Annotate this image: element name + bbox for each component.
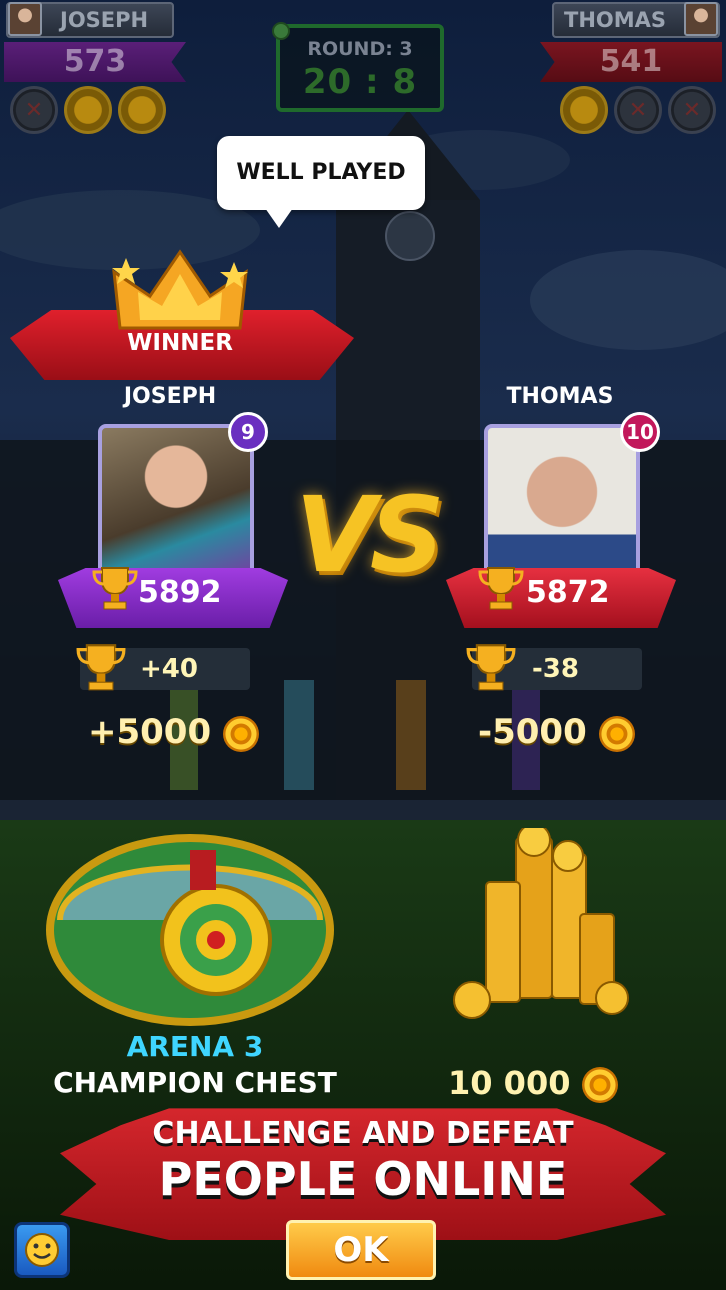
round-scoreboard: ROUND: 3 20 : 8: [272, 22, 444, 112]
coin-stack-icon: [453, 828, 629, 1019]
banner-line-2: PEOPLE ONLINE: [158, 1152, 568, 1206]
hud-right-player: THOMAS 541 ✕ ✕: [521, 0, 726, 140]
coin-icon: [581, 1067, 618, 1103]
round-lost-token: ✕: [10, 86, 58, 134]
left-coin-delta: +5000: [88, 712, 259, 752]
round-score: 20 : 8: [302, 62, 418, 102]
arena-label: ARENA 3: [126, 1030, 264, 1063]
chest-icon: [46, 834, 334, 1026]
hud-left-round-tokens: ✕: [10, 86, 166, 134]
trophy-icon: [76, 644, 126, 691]
round-won-token: [64, 86, 112, 134]
ok-button[interactable]: OK: [286, 1220, 436, 1280]
crown-icon: [112, 249, 248, 330]
hud-right-score: 541: [540, 42, 722, 82]
left-player-trophies: 5892: [138, 575, 222, 610]
round-lost-token: ✕: [614, 86, 662, 134]
right-player-name: THOMAS: [506, 384, 614, 409]
coin-reward: 10 000: [448, 1064, 618, 1103]
hud-right-round-tokens: ✕ ✕: [560, 86, 716, 134]
round-lost-token: ✕: [668, 86, 716, 134]
right-coin-delta-value: -5000: [478, 712, 587, 752]
left-player-level-badge: 9: [228, 412, 268, 452]
round-won-token: [560, 86, 608, 134]
right-player-avatar[interactable]: [484, 424, 640, 584]
left-trophy-delta-value: +40: [140, 654, 198, 684]
emoji-button[interactable]: [14, 1222, 70, 1278]
round-label: ROUND: 3: [307, 38, 413, 60]
left-player-name: JOSEPH: [123, 384, 217, 409]
hud-left-score: 573: [4, 42, 186, 82]
trophy-icon: [478, 567, 524, 610]
right-player-level-badge: 10: [620, 412, 660, 452]
hud-left-player: JOSEPH 573 ✕: [0, 0, 205, 140]
trophy-icon: [92, 567, 138, 610]
round-won-token: [118, 86, 166, 134]
timer-icon: [272, 22, 290, 40]
right-coin-delta: -5000: [478, 712, 635, 752]
banner-line-1: CHALLENGE AND DEFEAT: [152, 1116, 574, 1151]
hud-right-avatar: [684, 2, 718, 36]
well-played-bubble: WELL PLAYED: [217, 136, 425, 228]
left-coin-delta-value: +5000: [88, 712, 212, 752]
right-player-trophies: 5872: [526, 575, 610, 610]
emoji-face-icon: [25, 1233, 59, 1267]
left-player-avatar[interactable]: [98, 424, 254, 584]
coin-icon: [598, 715, 635, 752]
chest-name: CHAMPION CHEST: [53, 1066, 337, 1099]
versus-label: VS: [295, 474, 444, 596]
winner-label: WINNER: [127, 330, 233, 356]
right-trophy-delta-value: -38: [532, 654, 579, 684]
trophy-icon: [466, 644, 516, 691]
coin-reward-value: 10 000: [448, 1064, 571, 1102]
hud-left-avatar: [8, 2, 42, 36]
coin-icon: [222, 715, 259, 752]
